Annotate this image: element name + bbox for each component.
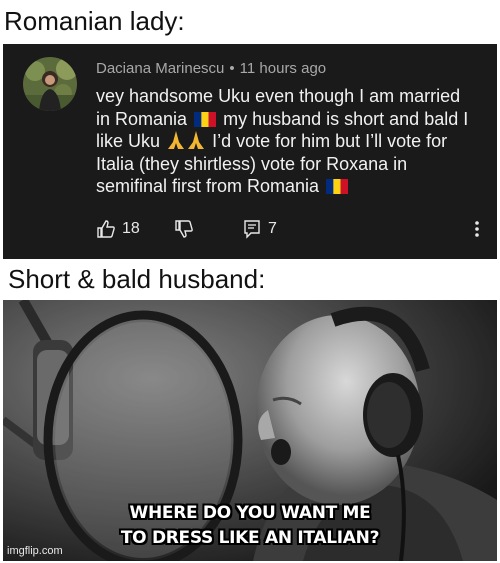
meme-photo: WHERE DO YOU WANT ME TO DRESS LIKE AN IT… [3, 300, 497, 561]
reply-count: 7 [268, 220, 277, 237]
romania-flag-icon [326, 179, 349, 194]
avatar[interactable] [23, 57, 77, 111]
like-button[interactable]: 18 [96, 217, 140, 241]
like-count: 18 [122, 220, 140, 237]
imgflip-watermark: imgflip.com [7, 545, 63, 557]
meta-separator: • [229, 60, 235, 77]
comment-meta: Daciana Marinescu • 11 hours ago [96, 60, 326, 77]
comment-author[interactable]: Daciana Marinescu [96, 60, 224, 77]
top-caption: Romanian lady: [4, 6, 185, 36]
comment-line: vey handsome Uku even though I am marrie… [96, 86, 461, 106]
comment-icon [244, 220, 260, 239]
dislike-button[interactable] [174, 217, 194, 241]
more-options-button[interactable] [470, 217, 484, 241]
comment-line: like Uku I’d vote for him but I’ll vote … [96, 131, 448, 151]
reply-button[interactable]: 7 [242, 217, 277, 241]
thumbs-up-icon [97, 220, 115, 238]
meme-caption-line-1: WHERE DO YOU WANT ME [129, 503, 371, 523]
comment-panel: Daciana Marinescu • 11 hours ago vey hands… [3, 44, 497, 259]
comment-line: semifinal first from Romania [96, 175, 484, 198]
middle-caption: Short & bald husband: [8, 264, 266, 294]
more-vertical-icon [475, 221, 479, 237]
comment-line: in Romania my husband is short and bald … [96, 108, 469, 129]
comment-line: Italia (they shirtless) vote for Roxana … [96, 153, 408, 174]
romania-flag-icon [194, 111, 217, 127]
comment-timestamp[interactable]: 11 hours ago [240, 60, 326, 77]
comment-text: vey handsome Uku even though I am marrie… [96, 85, 484, 198]
comment-actions: 18 7 [96, 217, 491, 241]
meme-caption-line-2: TO DRESS LIKE AN ITALIAN? [120, 528, 380, 548]
folded-hands-icon [168, 131, 205, 149]
thumbs-down-icon [175, 220, 193, 238]
